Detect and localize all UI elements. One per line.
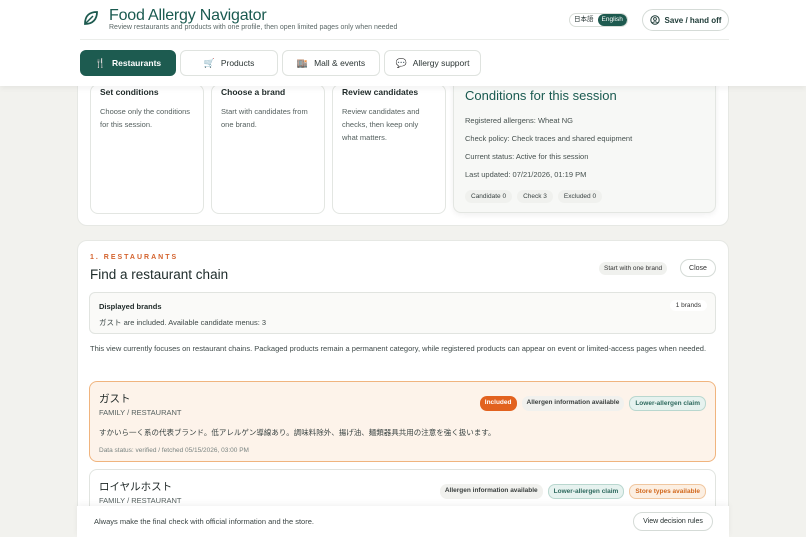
save-label: Save / hand off bbox=[664, 15, 722, 25]
app-header: Food Allergy Navigator Review restaurant… bbox=[0, 0, 806, 86]
focus-note: This view currently focuses on restauran… bbox=[90, 344, 707, 353]
language-switch[interactable]: 日本語 English bbox=[569, 13, 628, 27]
fork-knife-icon: 🍴 bbox=[94, 57, 107, 68]
header-divider bbox=[80, 39, 729, 40]
step-card-review-candidates[interactable]: Review candidates Review candidates and … bbox=[332, 84, 446, 214]
app-subtitle: Review restaurants and products with one… bbox=[109, 24, 398, 31]
step-desc: Start with candidates from one brand. bbox=[221, 107, 308, 129]
footer-note: Always make the final check with officia… bbox=[94, 517, 314, 526]
brand-count-badge: 1 brands bbox=[669, 300, 707, 311]
restaurant-card-gusto[interactable]: ガスト FAMILY / RESTAURANT すかいら一く系の代表ブランド。低… bbox=[89, 381, 716, 462]
step-title: Set conditions bbox=[100, 87, 159, 97]
app-title: Food Allergy Navigator bbox=[109, 7, 267, 24]
displayed-brands-desc: ガスト are included. Available candidate me… bbox=[99, 318, 267, 327]
displayed-brands-title: Displayed brands bbox=[99, 302, 162, 311]
candidate-count-chip: Candidate 0 bbox=[465, 190, 513, 203]
step-card-choose-brand[interactable]: Choose a brand Start with candidates fro… bbox=[211, 84, 325, 214]
lang-option-japanese[interactable]: 日本語 bbox=[570, 14, 598, 26]
step-title: Review candidates bbox=[342, 87, 419, 97]
allergen-info-badge: Allergen information available bbox=[439, 484, 543, 499]
start-with-one-brand-chip: Start with one brand bbox=[599, 262, 668, 275]
restaurant-description: すかいら一く系の代表ブランド。低アレルゲン導線あり。調味料除外、揚げ油、麺類器具… bbox=[99, 428, 496, 437]
session-conditions-card: Conditions for this session Registered a… bbox=[453, 76, 716, 213]
tab-label: Allergy support bbox=[412, 58, 470, 68]
chat-icon: 💬 bbox=[395, 57, 407, 68]
user-circle-icon bbox=[649, 15, 660, 25]
excluded-count-chip: Excluded 0 bbox=[557, 190, 603, 203]
leaf-logo-icon bbox=[80, 9, 102, 31]
save-handoff-button[interactable]: Save / hand off bbox=[642, 9, 729, 31]
step-desc: Choose only the conditions for this sess… bbox=[100, 107, 191, 129]
data-status: Data status: verified / fetched 05/15/20… bbox=[99, 447, 249, 454]
tab-label: Mall & events bbox=[314, 58, 366, 68]
tab-products[interactable]: 🛒 Products bbox=[180, 50, 278, 76]
lower-allergen-badge: Lower-allergen claim bbox=[547, 484, 625, 499]
last-updated: Last updated: 07/21/2026, 01:19 PM bbox=[465, 170, 587, 179]
footer-bar: Always make the final check with officia… bbox=[77, 506, 729, 537]
tab-mall-events[interactable]: 🏬 Mall & events bbox=[282, 50, 380, 76]
tab-label: Products bbox=[220, 58, 255, 68]
included-badge: Included bbox=[479, 396, 517, 411]
store-icon: 🏬 bbox=[296, 57, 309, 68]
current-status: Current status: Active for this session bbox=[465, 152, 589, 161]
tab-restaurants[interactable]: 🍴 Restaurants bbox=[80, 50, 176, 76]
conditions-title: Conditions for this session bbox=[465, 88, 617, 103]
view-decision-rules-button[interactable]: View decision rules bbox=[633, 512, 713, 531]
tab-allergy-support[interactable]: 💬 Allergy support bbox=[384, 50, 481, 76]
lang-option-english[interactable]: English bbox=[597, 14, 627, 26]
tab-label: Restaurants bbox=[112, 58, 162, 68]
section-title: Find a restaurant chain bbox=[90, 267, 229, 282]
main-tabs: 🍴 Restaurants 🛒 Products 🏬 Mall & events… bbox=[80, 50, 481, 76]
allergen-info-badge: Allergen information available bbox=[521, 396, 625, 411]
lower-allergen-badge: Lower-allergen claim bbox=[629, 396, 706, 411]
step-desc: Review candidates and checks, then keep … bbox=[342, 107, 420, 142]
registered-allergens: Registered allergens: Wheat NG bbox=[465, 116, 573, 125]
cart-icon: 🛒 bbox=[203, 57, 215, 68]
store-types-badge: Store types available bbox=[629, 484, 706, 499]
close-button[interactable]: Close bbox=[680, 259, 716, 277]
displayed-brands-box: Displayed brands ガスト are included. Avail… bbox=[89, 292, 716, 334]
check-count-chip: Check 3 bbox=[517, 190, 553, 203]
step-card-set-conditions[interactable]: Set conditions Choose only the condition… bbox=[90, 84, 204, 214]
step-title: Choose a brand bbox=[221, 87, 286, 97]
check-policy: Check policy: Check traces and shared eq… bbox=[465, 134, 633, 143]
section-kicker: 1. RESTAURANTS bbox=[90, 254, 179, 261]
